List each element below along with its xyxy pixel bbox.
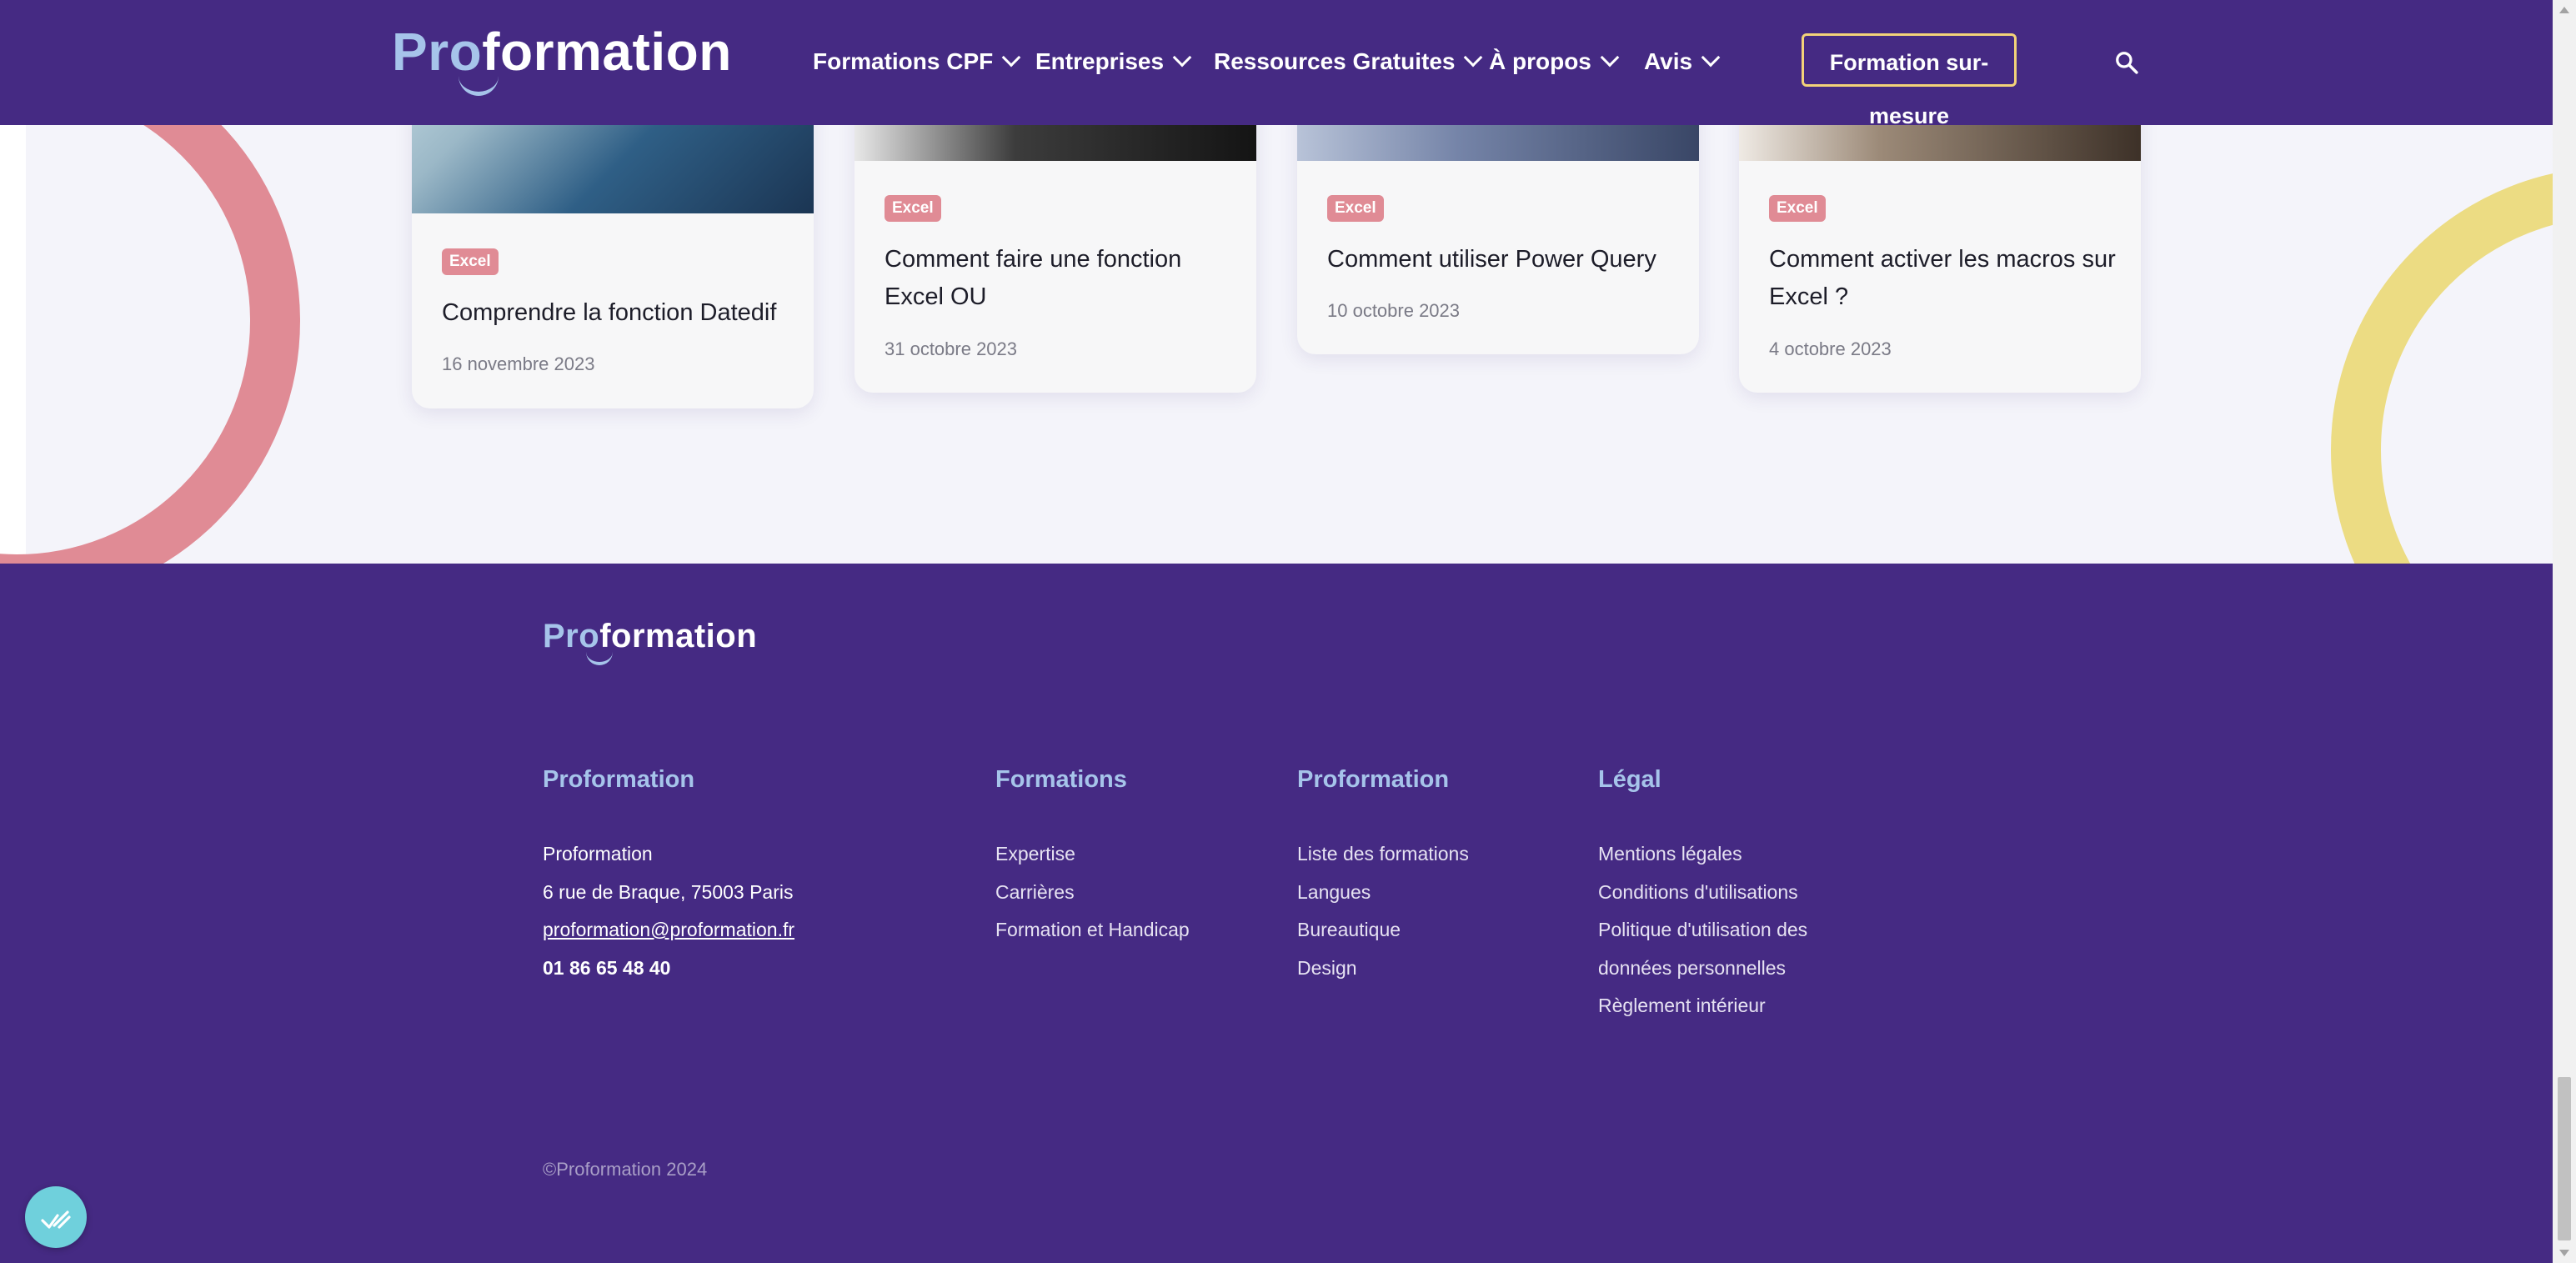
site-header: Proformation Formations CPF Entreprises … bbox=[0, 0, 2553, 128]
footer-link-conditions[interactable]: Conditions d'utilisations bbox=[1598, 874, 1807, 912]
article-tag-badge: Excel bbox=[442, 248, 499, 275]
chevron-down-icon bbox=[1600, 48, 1620, 68]
company-address: 6 rue de Braque, 75003 Paris bbox=[543, 880, 794, 903]
footer-link-mentions-legales[interactable]: Mentions légales bbox=[1598, 835, 1807, 874]
footer-link-liste-formations[interactable]: Liste des formations bbox=[1297, 835, 1469, 874]
nav-label: Ressources Gratuites bbox=[1214, 48, 1456, 74]
article-date: 4 octobre 2023 bbox=[1769, 338, 1892, 359]
search-icon[interactable] bbox=[2114, 50, 2139, 75]
footer-contact-list: Proformation 6 rue de Braque, 75003 Pari… bbox=[543, 835, 794, 987]
footer-link-langues[interactable]: Langues bbox=[1297, 874, 1469, 912]
chevron-down-icon bbox=[1701, 48, 1721, 68]
article-date: 31 octobre 2023 bbox=[885, 338, 1018, 359]
footer-formations-list: Expertise Carrières Formation et Handica… bbox=[995, 835, 1190, 950]
header-logo[interactable]: Proformation bbox=[392, 18, 732, 96]
footer-link-expertise[interactable]: Expertise bbox=[995, 835, 1190, 874]
article-tag-badge: Excel bbox=[1769, 195, 1826, 222]
footer-link-carrieres[interactable]: Carrières bbox=[995, 874, 1190, 912]
footer-heading-proformation-2: Proformation bbox=[1297, 766, 1450, 793]
logo-formation-text: formation bbox=[482, 22, 732, 82]
article-title[interactable]: Comprendre la fonction Datedif bbox=[442, 294, 792, 332]
logo-formation-text: formation bbox=[599, 618, 758, 654]
vertical-scrollbar[interactable] bbox=[2553, 0, 2576, 1263]
footer-link-formation-handicap[interactable]: Formation et Handicap bbox=[995, 911, 1190, 950]
footer-heading-proformation: Proformation bbox=[543, 766, 695, 793]
copyright-text: ©Proformation 2024 bbox=[543, 1159, 708, 1180]
nav-a-propos[interactable]: À propos bbox=[1489, 47, 1620, 77]
article-date: 10 octobre 2023 bbox=[1327, 300, 1461, 321]
footer-legal-list: Mentions légales Conditions d'utilisatio… bbox=[1598, 835, 1807, 1025]
nav-avis[interactable]: Avis bbox=[1644, 47, 1721, 77]
article-title[interactable]: Comment activer les macros sur Excel ? bbox=[1769, 241, 2119, 316]
scroll-down-arrow-icon[interactable] bbox=[2559, 1250, 2569, 1256]
chevron-down-icon bbox=[1464, 48, 1483, 68]
footer-link-politique[interactable]: Politique d'utilisation des bbox=[1598, 911, 1807, 950]
footer-link-donnees-personnelles[interactable]: données personnelles bbox=[1598, 950, 1807, 988]
logo-smile-mark bbox=[586, 647, 613, 665]
footer-heading-formations: Formations bbox=[995, 766, 1127, 793]
article-date: 16 novembre 2023 bbox=[442, 353, 595, 374]
formation-sur-mesure-button[interactable]: Formation sur-mesure bbox=[1802, 33, 2017, 128]
company-name: Proformation bbox=[543, 843, 653, 865]
nav-label: Formations CPF bbox=[813, 48, 994, 74]
nav-label: Entreprises bbox=[1035, 48, 1165, 74]
contact-email-link[interactable]: proformation@proformation.fr bbox=[543, 911, 794, 950]
footer-heading-legal: Légal bbox=[1598, 766, 1661, 793]
article-title[interactable]: Comment faire une fonction Excel OU bbox=[885, 241, 1235, 316]
chevron-down-icon bbox=[1001, 48, 1021, 68]
article-tag-badge: Excel bbox=[885, 195, 941, 222]
nav-entreprises[interactable]: Entreprises bbox=[1035, 47, 1192, 77]
footer-link-bureautique[interactable]: Bureautique bbox=[1297, 911, 1469, 950]
scroll-up-arrow-icon[interactable] bbox=[2559, 7, 2569, 13]
footer-logo[interactable]: Proformation bbox=[543, 615, 758, 665]
site-footer: Proformation Proformation Proformation 6… bbox=[0, 564, 2553, 1263]
logo-smile-mark bbox=[459, 70, 499, 96]
footer-link-reglement-interieur[interactable]: Règlement intérieur bbox=[1598, 987, 1807, 1025]
chevron-down-icon bbox=[1172, 48, 1192, 68]
accessibility-widget-icon bbox=[41, 1210, 71, 1229]
article-tag-badge: Excel bbox=[1327, 195, 1384, 222]
article-title[interactable]: Comment utiliser Power Query bbox=[1327, 241, 1677, 278]
footer-catalog-list: Liste des formations Langues Bureautique… bbox=[1297, 835, 1469, 987]
scrollbar-thumb[interactable] bbox=[2558, 1077, 2571, 1240]
nav-ressources-gratuites[interactable]: Ressources Gratuites bbox=[1214, 47, 1483, 77]
page: Excel Comprendre la fonction Datedif 16 … bbox=[0, 0, 2553, 1263]
nav-label: Avis bbox=[1644, 48, 1693, 74]
nav-formations-cpf[interactable]: Formations CPF bbox=[813, 47, 1021, 77]
contact-phone[interactable]: 01 86 65 48 40 bbox=[543, 950, 794, 988]
footer-link-design[interactable]: Design bbox=[1297, 950, 1469, 988]
nav-label: À propos bbox=[1489, 48, 1591, 74]
accessibility-widget-button[interactable] bbox=[25, 1186, 87, 1248]
